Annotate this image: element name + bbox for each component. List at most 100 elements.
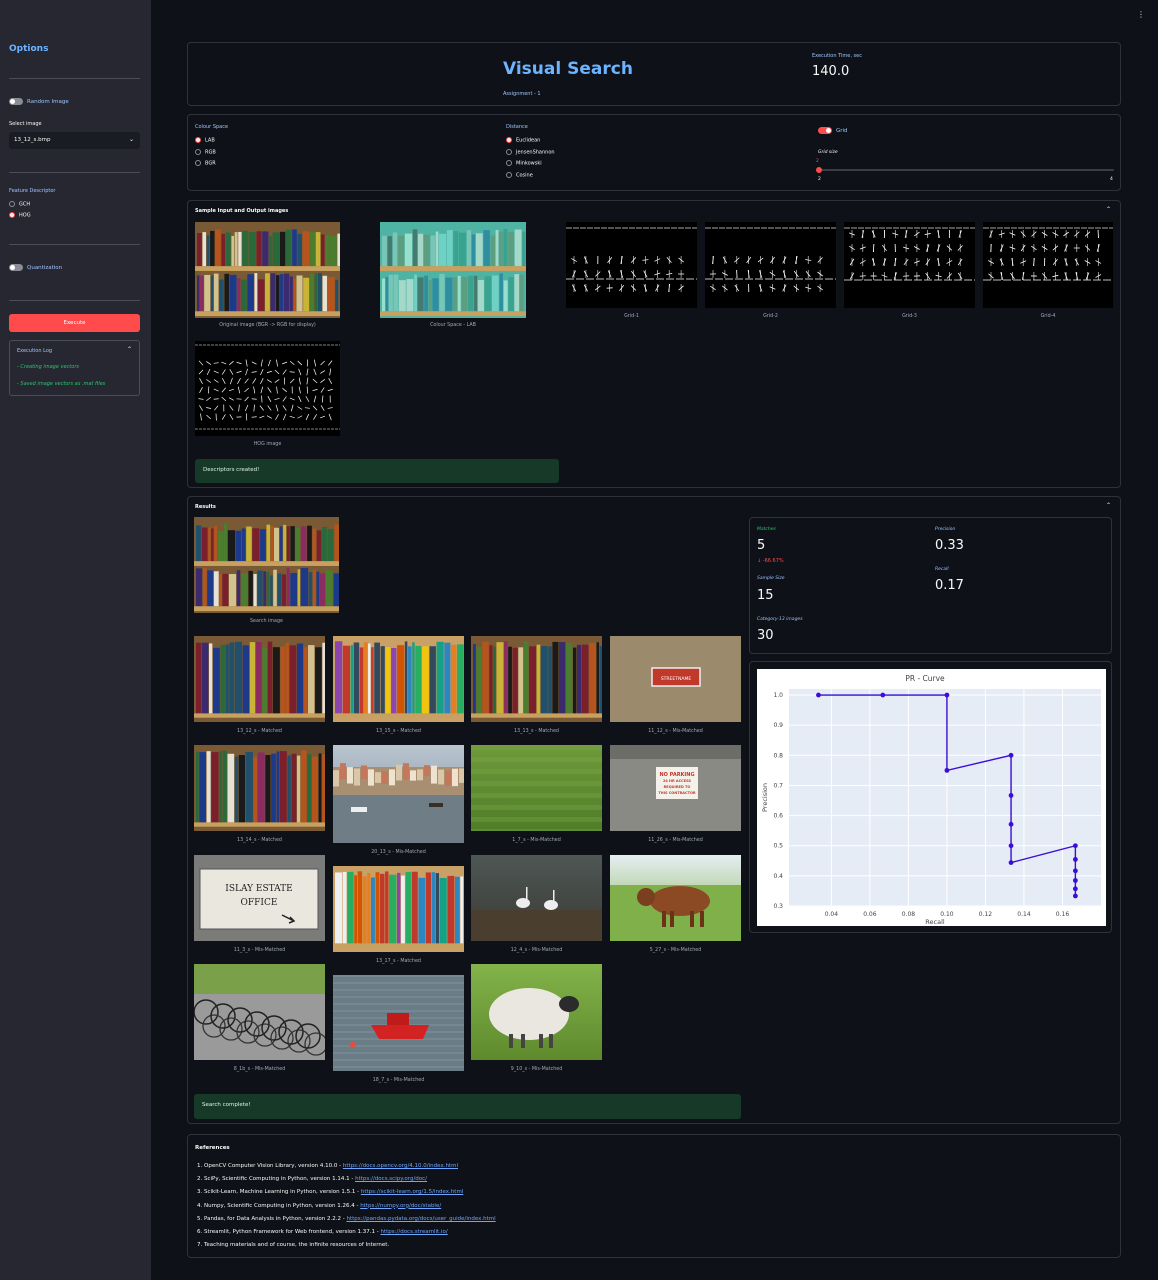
- search-image: [194, 517, 339, 613]
- svg-text:24 HR ACCESS: 24 HR ACCESS: [663, 779, 692, 783]
- results-title: Results: [195, 504, 216, 510]
- reference-item: 2. SciPy, Scientific Computing in Python…: [197, 1176, 427, 1182]
- random-image-toggle[interactable]: Random Image: [9, 98, 69, 105]
- descriptor-option-hog[interactable]: HOG: [9, 212, 31, 219]
- reference-text: OpenCV Computer Vision Library, version …: [204, 1163, 343, 1169]
- reference-text: Teaching materials and of course, the in…: [204, 1242, 390, 1249]
- distance-option-jensenshannon[interactable]: JensenShannon: [506, 149, 555, 156]
- y-tick-label: 0.4: [773, 873, 783, 880]
- plot-area: [789, 689, 1101, 906]
- y-tick-label: 1.0: [773, 692, 783, 699]
- grid-4-caption: Grid-4: [1040, 314, 1056, 319]
- reference-link[interactable]: https://docs.scipy.org/doc/: [355, 1176, 427, 1182]
- matches-label: Matches: [757, 527, 776, 532]
- distance-label: Distance: [506, 124, 528, 130]
- result-caption: 13_13_s - Matched: [514, 729, 559, 734]
- chevron-down-icon: ⌄: [128, 136, 134, 143]
- grid-3-image: [844, 222, 975, 308]
- y-tick-label: 0.7: [773, 782, 783, 789]
- reference-item: 1. OpenCV Computer Vision Library, versi…: [197, 1163, 458, 1169]
- execution-log-expander[interactable]: Execution Log ⌃ - Creating image vectors…: [9, 340, 140, 396]
- pr-point: [1008, 792, 1014, 798]
- reference-item: 6. Streamlit, Python Framework for Web f…: [197, 1229, 448, 1235]
- pr-point: [1008, 860, 1014, 865]
- y-tick-label: 0.9: [773, 722, 783, 729]
- toggle-switch-icon[interactable]: [818, 127, 832, 134]
- result-caption: 13_12_s - Matched: [237, 729, 282, 734]
- grid-size-max: 4: [1110, 177, 1113, 182]
- grid-toggle[interactable]: Grid: [818, 127, 848, 134]
- pr-point: [944, 692, 950, 698]
- select-image-dropdown[interactable]: 13_12_s.bmp ⌄: [9, 132, 140, 149]
- exec-time-label: Execution Time, sec: [812, 53, 862, 59]
- radio-icon[interactable]: [195, 149, 201, 155]
- divider: [9, 172, 140, 173]
- toggle-switch-icon[interactable]: [9, 264, 23, 271]
- colour-option-lab[interactable]: LAB: [195, 137, 215, 144]
- descriptor-label: GCH: [19, 201, 31, 208]
- recall-value: 0.17: [935, 578, 964, 593]
- radio-icon[interactable]: [506, 160, 512, 166]
- radio-icon[interactable]: [9, 201, 15, 207]
- reference-number: 4.: [197, 1202, 204, 1209]
- reference-item: 4. Numpy, Scientific Computing in Python…: [197, 1203, 441, 1209]
- radio-icon[interactable]: [506, 149, 512, 155]
- radio-icon[interactable]: [195, 160, 201, 166]
- radio-icon[interactable]: [506, 172, 512, 178]
- reference-link[interactable]: https://docs.opencv.org/4.10.0/index.htm…: [343, 1163, 458, 1169]
- descriptor-option-gch[interactable]: GCH: [9, 201, 30, 208]
- chevron-up-icon[interactable]: ⌃: [1106, 206, 1111, 213]
- svg-text:THIS CONTRACTOR: THIS CONTRACTOR: [658, 791, 696, 795]
- y-tick-label: 0.6: [773, 813, 783, 820]
- result-image: [194, 636, 325, 722]
- precision-value: 0.33: [935, 538, 964, 553]
- reference-link[interactable]: https://numpy.org/doc/stable/: [360, 1203, 441, 1209]
- result-image: [333, 745, 464, 843]
- sample-size-label: Sample Size: [757, 576, 785, 581]
- radio-selected-icon[interactable]: [506, 137, 512, 143]
- result-image: [471, 964, 602, 1060]
- result-caption: 11_3_s - Mis-Matched: [233, 948, 286, 953]
- lab-image: [380, 222, 526, 318]
- main-menu-icon[interactable]: ⋮: [1137, 10, 1145, 19]
- reference-text: Streamlit, Python Framework for Web fron…: [204, 1229, 381, 1235]
- pr-chart[interactable]: 0.04 0.06 0.08 0.10 0.12 0.14 0.16 1.0 0.9 0.8 0.7…: [757, 669, 1106, 926]
- distance-option-minkowski[interactable]: Minkowski: [506, 160, 542, 167]
- pr-point: [1072, 878, 1078, 883]
- select-image-label: Select image: [9, 121, 42, 127]
- slider-handle[interactable]: [816, 167, 822, 173]
- chevron-up-icon[interactable]: ⌃: [1106, 502, 1111, 509]
- x-tick-label: 0.04: [825, 911, 839, 918]
- recall-label: Recall: [935, 567, 949, 572]
- result-caption: 20_13_s - Mis-Matched: [371, 850, 426, 855]
- reference-link[interactable]: https://scikit-learn.org/1.5/index.html: [361, 1189, 463, 1195]
- radio-selected-icon[interactable]: [195, 137, 201, 143]
- app-root: Options Random Image Select image 13_12_…: [0, 0, 1158, 1280]
- y-tick-label: 0.3: [773, 903, 783, 910]
- distance-option-euclidean[interactable]: Euclidean: [506, 137, 540, 144]
- quantization-toggle[interactable]: Quantization: [9, 264, 62, 271]
- colour-option-bgr[interactable]: BGR: [195, 160, 216, 167]
- colour-label: BGR: [205, 160, 216, 167]
- reference-link[interactable]: https://docs.streamlit.io/: [380, 1229, 447, 1235]
- result-image: [194, 964, 325, 1060]
- toggle-switch-icon[interactable]: [9, 98, 23, 105]
- grid-size-current: 2: [816, 159, 819, 164]
- colour-option-rgb[interactable]: RGB: [195, 149, 216, 156]
- sidebar: Options Random Image Select image 13_12_…: [0, 0, 151, 1280]
- reference-text: Numpy, Scientific Computing in Python, v…: [204, 1202, 361, 1209]
- chevron-up-icon[interactable]: ⌃: [127, 346, 132, 353]
- result-image: [471, 855, 602, 941]
- sample-size-value: 15: [757, 588, 774, 603]
- distance-option-label: Euclidean: [516, 137, 541, 144]
- pr-point: [1072, 886, 1078, 892]
- grid-size-slider[interactable]: [818, 169, 1114, 171]
- execute-button[interactable]: Execute: [9, 314, 140, 332]
- result-image: ISLAY ESTATE OFFICE: [194, 855, 325, 941]
- execution-log-title: Execution Log: [17, 348, 53, 354]
- radio-selected-icon[interactable]: [9, 212, 15, 218]
- reference-link[interactable]: https://pandas.pydata.org/docs/user_guid…: [346, 1216, 495, 1222]
- quantization-label: Quantization: [27, 265, 63, 271]
- distance-option-cosine[interactable]: Cosine: [506, 172, 533, 179]
- result-image: [471, 636, 602, 722]
